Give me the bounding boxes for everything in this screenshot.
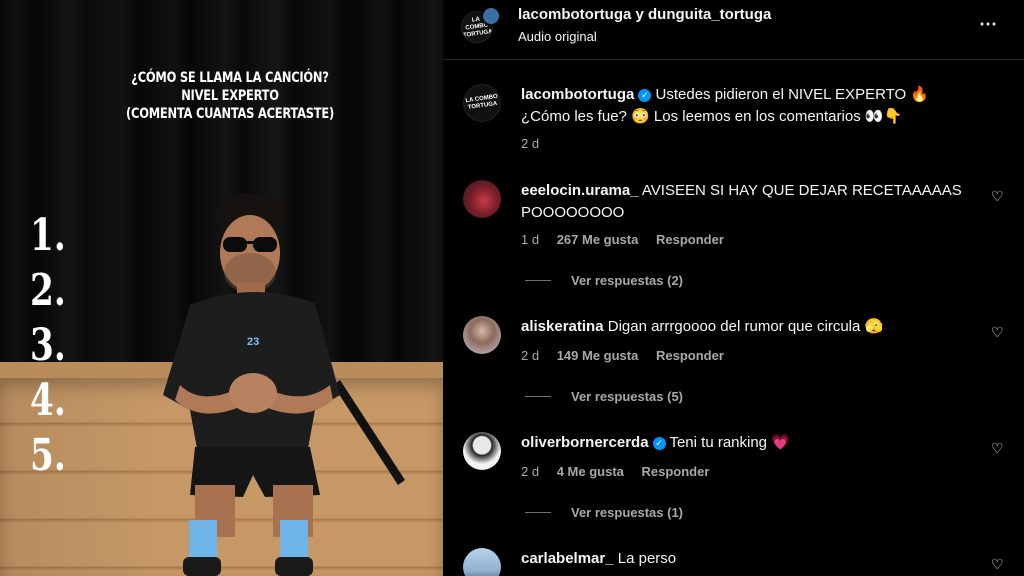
caption-author-avatar[interactable]: LA COMBO TORTUGA [463,84,501,122]
pink-heart-icon: 💗 [771,434,790,451]
flushed-face-icon: 😳 [631,108,650,125]
audio-link[interactable]: Audio original [518,29,597,44]
question-line: ¿CÓMO SE LLAMA LA CANCIÓN? [131,70,329,86]
view-replies-button[interactable]: Ver respuestas (2) [525,273,683,288]
reply-button[interactable]: Responder [656,348,724,363]
comment-likes[interactable]: 149 Me gusta [557,348,639,363]
comment-time: 2 d [521,464,540,479]
verified-badge-icon: ✓ [638,89,652,102]
peeking-face-icon: 🫣 [864,318,884,335]
fire-emoji-icon: 🔥 [910,86,930,103]
comment-username[interactable]: eeelocin.urama_ [521,182,639,199]
comment-time: 1 d [521,232,540,247]
comment-likes[interactable]: 4 Me gusta [557,464,624,479]
verified-badge-icon: ✓ [652,437,666,450]
caption-line-2: ¿Cómo les fue? 😳 Los leemos en los comen… [521,108,903,125]
reply-button[interactable]: Responder [642,464,710,479]
header-divider [443,59,1024,60]
comment-meta: 2 d 4 Me gusta Responder [521,464,723,479]
number-4: 4. [30,375,66,426]
comment-username[interactable]: carlabelmar_ [521,550,614,567]
commenter-avatar[interactable] [463,180,501,218]
comment-meta: 1 d 267 Me gusta Responder [521,232,738,247]
comment-likes[interactable]: 267 Me gusta [557,232,639,247]
comments-panel: LA COMBO TORTUGA lacombotortuga y dungui… [443,0,1024,576]
comment-text-line-1: oliverbornercerda ✓ Teni tu ranking 💗 [521,434,790,451]
more-options-icon[interactable]: ⋯ [979,14,998,35]
question-line: (COMENTA CUANTAS ACERTASTE) [126,106,334,122]
caption-line-1: lacombotortuga ✓ Ustedes pidieron el NIVE… [521,84,929,106]
eyes-pointing-emoji-icon: 👀👇 [864,108,903,125]
post-authors[interactable]: lacombotortuga y dunguita_tortuga [518,6,771,23]
number-3: 3. [30,320,66,371]
comment-text-line-1: carlabelmar_ La perso [521,550,677,567]
answer-numbers: 1. 2. 3. 4. 5. [30,208,76,483]
comment-username[interactable]: oliverbornercerda [521,434,649,451]
like-heart-icon[interactable]: ♡ [991,188,1004,205]
reel-video[interactable]: ¿CÓMO SE LLAMA LA CANCIÓN? NIVEL EXPERTO… [0,0,443,576]
caption-time: 2 d [521,136,540,151]
comment-text-line-1: eeelocin.urama_ AVISEEN SI HAY QUE DEJAR… [521,182,962,199]
number-1: 1. [30,210,66,261]
commenter-avatar[interactable] [463,316,501,354]
collaborator-avatar[interactable] [481,6,501,26]
caption-text: Ustedes pidieron el NIVEL EXPERTO [655,86,907,103]
like-heart-icon[interactable]: ♡ [991,556,1004,573]
comment-text-line-2: POOOOOOOO [521,204,625,221]
like-heart-icon[interactable]: ♡ [991,324,1004,341]
caption-username[interactable]: lacombotortuga [521,86,634,103]
comment-time: 2 d [521,348,540,363]
video-question-text: ¿CÓMO SE LLAMA LA CANCIÓN? NIVEL EXPERTO… [107,69,353,123]
view-replies-button[interactable]: Ver respuestas (5) [525,389,683,404]
like-heart-icon[interactable]: ♡ [991,440,1004,457]
number-5: 5. [30,430,66,481]
comment-meta: 2 d 149 Me gusta Responder [521,348,738,363]
commenter-avatar[interactable] [463,432,501,470]
number-2: 2. [30,265,66,316]
commenter-avatar[interactable] [463,548,501,576]
shirt-number: 23 [247,336,259,348]
comment-username[interactable]: aliskeratina [521,318,604,335]
person-sitting: 23 [163,193,405,576]
question-line: NIVEL EXPERTO [181,88,279,104]
comment-text-line-1: aliskeratina Digan arrrgoooo del rumor q… [521,318,884,335]
view-replies-button[interactable]: Ver respuestas (1) [525,505,683,520]
reply-button[interactable]: Responder [656,232,724,247]
